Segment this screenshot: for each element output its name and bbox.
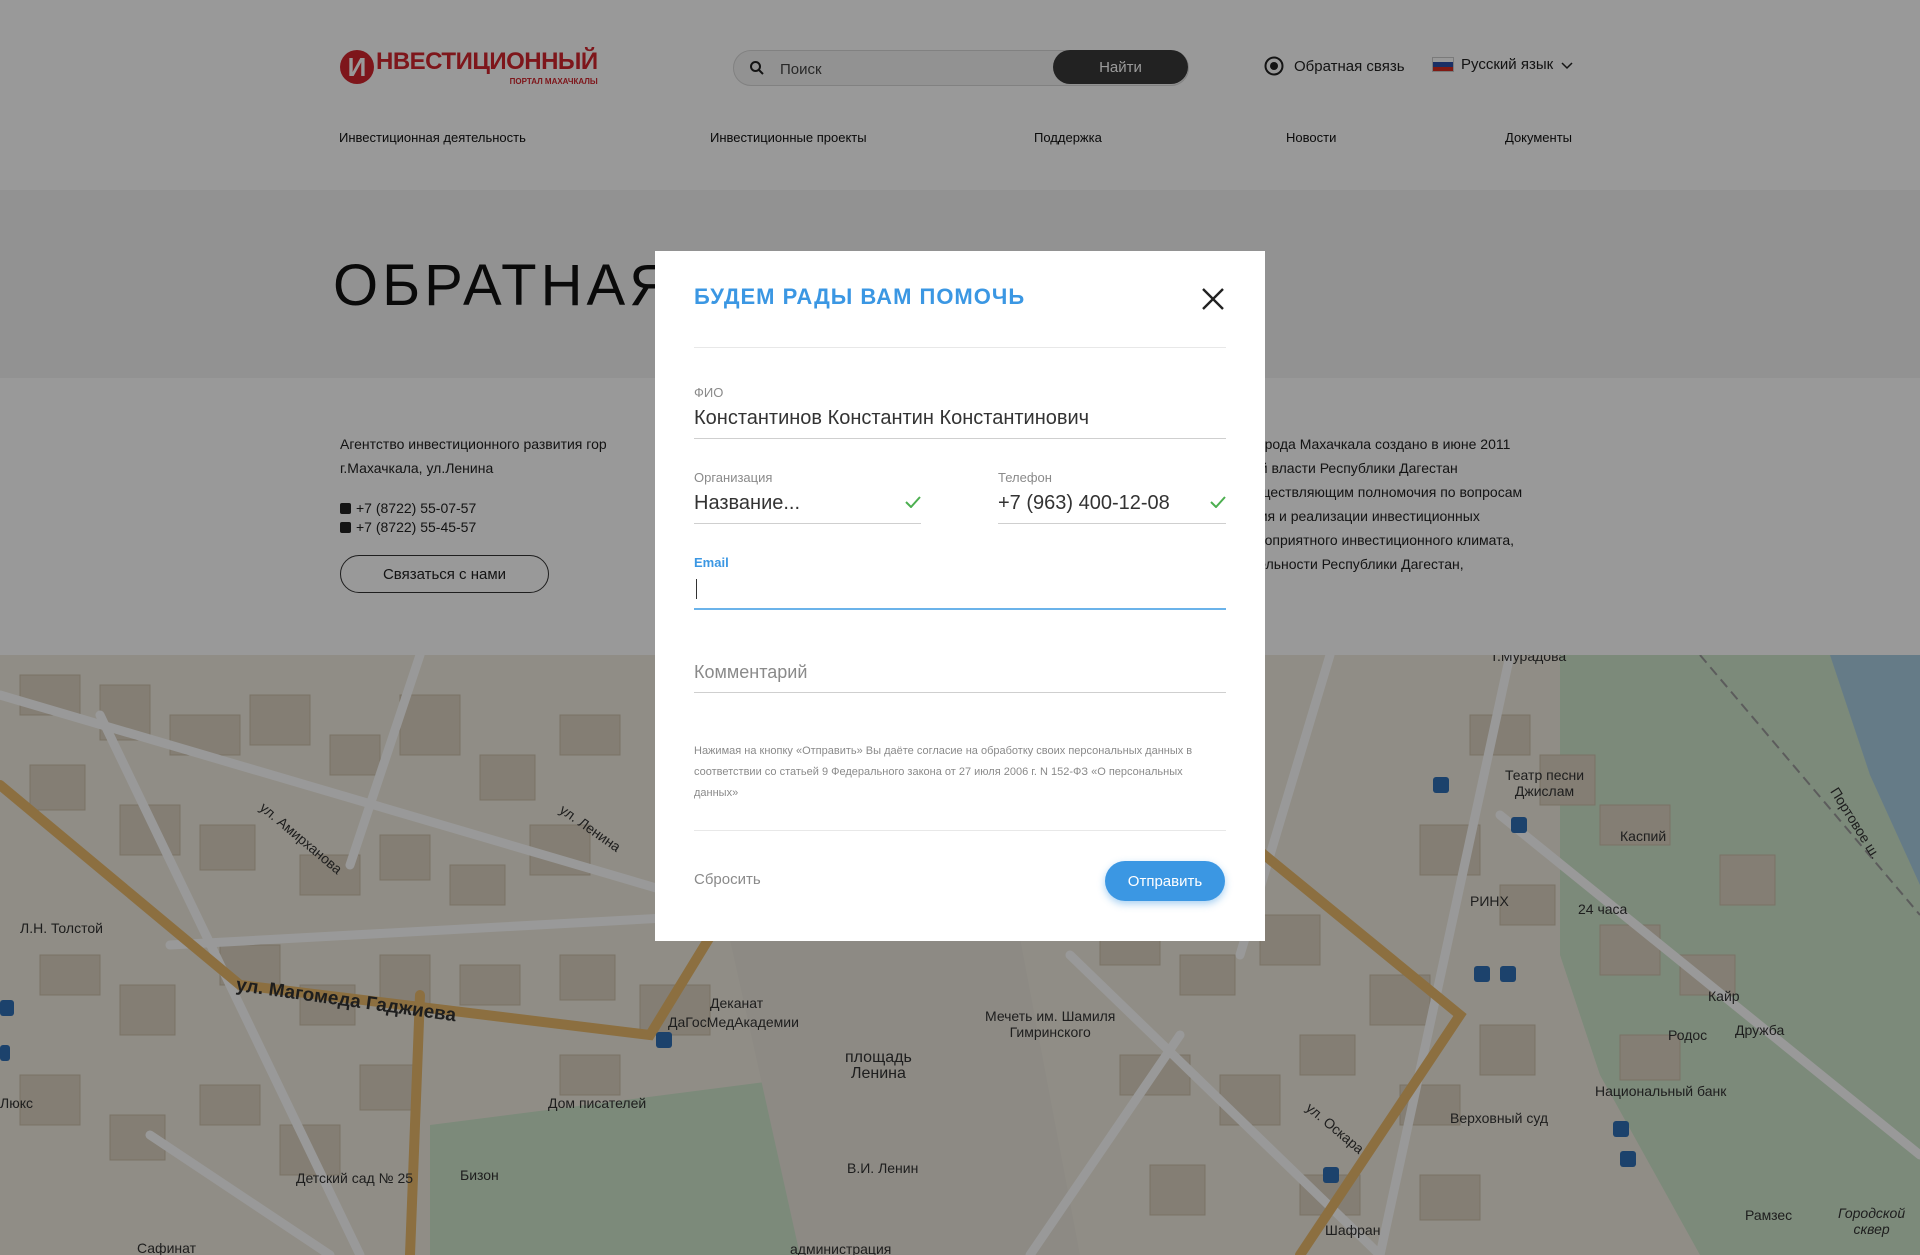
phone-field: Телефон xyxy=(998,470,1226,524)
divider xyxy=(694,347,1226,348)
organization-label: Организация xyxy=(694,470,773,485)
phone-input[interactable] xyxy=(998,488,1226,518)
phone-label: Телефон xyxy=(998,470,1052,485)
comment-field xyxy=(694,657,1226,693)
modal-title: БУДЕМ РАДЫ ВАМ ПОМОЧЬ xyxy=(694,284,1026,309)
text-cursor xyxy=(696,579,697,599)
feedback-modal: БУДЕМ РАДЫ ВАМ ПОМОЧЬ ФИО Организация Те… xyxy=(655,251,1265,941)
consent-notice: Нажимая на кнопку «Отправить» Вы даёте с… xyxy=(694,745,1193,799)
email-label: Email xyxy=(694,555,729,570)
close-icon[interactable] xyxy=(1200,286,1226,312)
reset-button[interactable]: Сбросить xyxy=(694,871,761,888)
fio-input[interactable] xyxy=(694,403,1226,433)
field-underline xyxy=(694,692,1226,693)
fio-field: ФИО xyxy=(694,385,1226,439)
field-underline-active xyxy=(694,608,1226,610)
organization-input[interactable] xyxy=(694,488,921,518)
field-underline xyxy=(998,523,1226,524)
fio-label: ФИО xyxy=(694,385,724,400)
field-underline xyxy=(694,523,921,524)
checkmark-icon xyxy=(905,496,921,508)
comment-input[interactable] xyxy=(694,657,1226,687)
email-input[interactable] xyxy=(694,573,1226,603)
submit-button[interactable]: Отправить xyxy=(1105,861,1225,901)
checkmark-icon xyxy=(1210,496,1226,508)
email-field: Email xyxy=(694,555,1226,610)
divider xyxy=(694,830,1226,831)
organization-field: Организация xyxy=(694,470,921,524)
field-underline xyxy=(694,438,1226,439)
